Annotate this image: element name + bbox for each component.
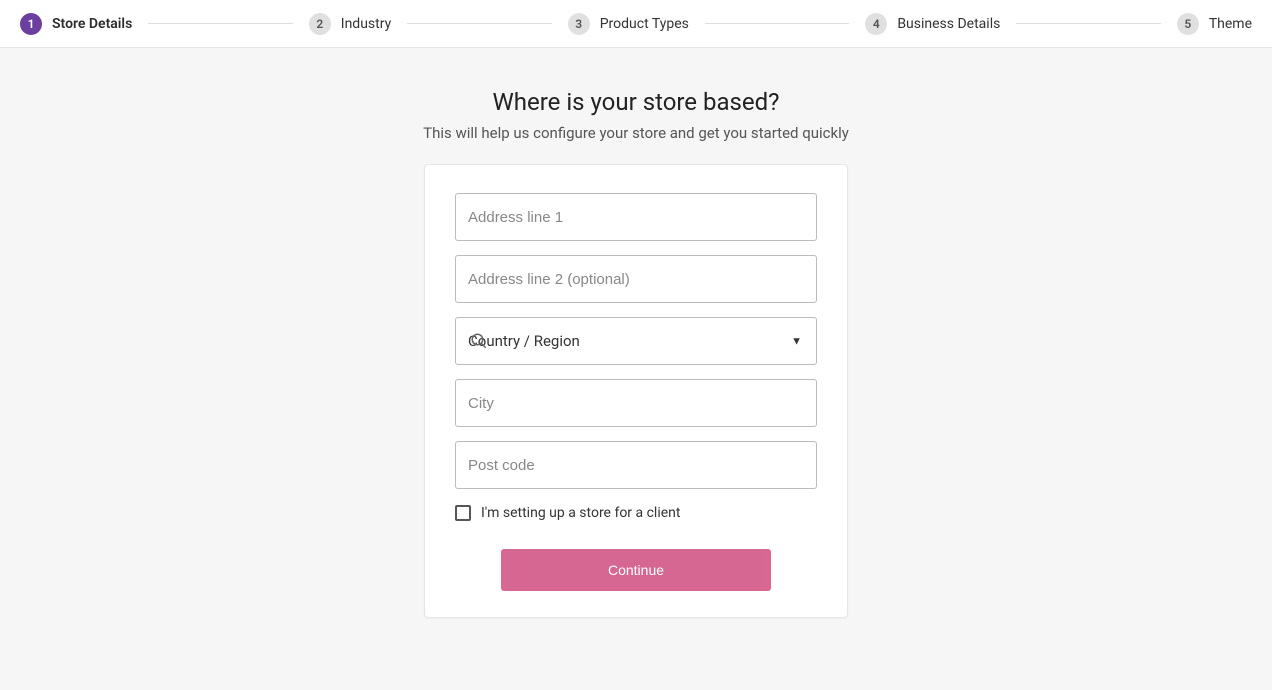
step-connector	[407, 23, 551, 24]
postcode-input[interactable]	[455, 441, 817, 489]
client-store-label[interactable]: I'm setting up a store for a client	[481, 505, 680, 521]
step-label: Theme	[1209, 16, 1252, 32]
step-product-types[interactable]: 3 Product Types	[568, 13, 689, 35]
step-store-details[interactable]: 1 Store Details	[20, 13, 132, 35]
client-store-checkbox[interactable]	[455, 505, 471, 521]
step-connector	[705, 23, 849, 24]
step-label: Industry	[341, 16, 391, 32]
step-connector	[148, 23, 292, 24]
step-number: 5	[1177, 13, 1199, 35]
step-number: 2	[309, 13, 331, 35]
step-label: Business Details	[897, 16, 1000, 32]
step-number: 4	[865, 13, 887, 35]
stepper-bar: 1 Store Details 2 Industry 3 Product Typ…	[0, 0, 1272, 48]
address-line-1-input[interactable]	[455, 193, 817, 241]
page-title: Where is your store based?	[493, 88, 780, 116]
page-subtitle: This will help us configure your store a…	[423, 124, 849, 142]
main-content: Where is your store based? This will hel…	[0, 48, 1272, 618]
step-number: 1	[20, 13, 42, 35]
chevron-down-icon: ▼	[791, 335, 802, 348]
step-number: 3	[568, 13, 590, 35]
step-industry[interactable]: 2 Industry	[309, 13, 391, 35]
continue-button[interactable]: Continue	[501, 549, 771, 591]
step-business-details[interactable]: 4 Business Details	[865, 13, 1000, 35]
step-theme[interactable]: 5 Theme	[1177, 13, 1252, 35]
address-card: Country / Region ▼ I'm setting up a stor…	[424, 164, 848, 618]
country-region-select[interactable]: Country / Region ▼	[455, 317, 817, 365]
address-line-2-input[interactable]	[455, 255, 817, 303]
step-connector	[1016, 23, 1160, 24]
step-label: Store Details	[52, 16, 132, 32]
search-icon	[470, 332, 488, 350]
city-input[interactable]	[455, 379, 817, 427]
step-label: Product Types	[600, 16, 689, 32]
